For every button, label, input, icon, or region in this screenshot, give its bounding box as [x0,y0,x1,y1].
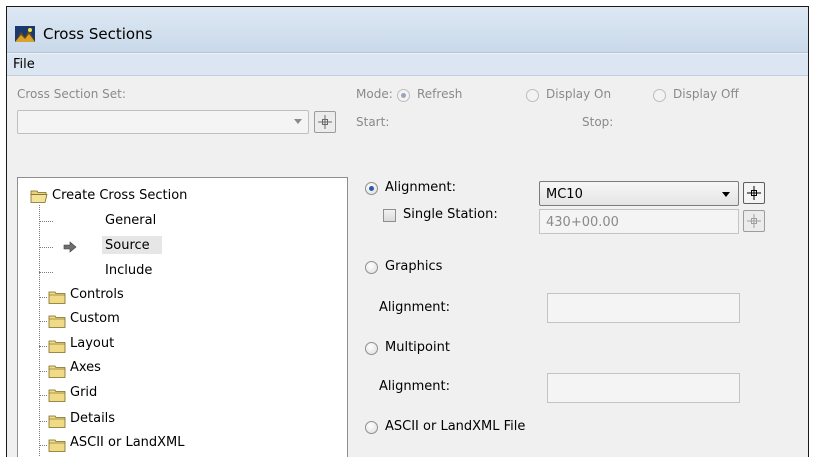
mode-label: Mode: [356,87,393,101]
tree-connector [39,221,53,222]
mode-refresh-label: Refresh [417,87,463,101]
window-title: Cross Sections [43,25,153,43]
tree-connector [39,371,47,372]
tree-connector [39,297,47,298]
mode-display-on-label: Display On [546,87,612,101]
mode-display-on-radio[interactable] [526,89,539,102]
graphics-alignment-label: Alignment: [379,300,450,315]
multipoint-alignment-label: Alignment: [379,379,450,394]
crosshair-target-icon [747,186,761,200]
tree-connector [39,395,47,396]
multipoint-alignment-input[interactable] [547,373,740,403]
tree-connector [39,421,47,422]
source-ascii-landxml-radio[interactable] [365,421,378,434]
cross-sections-window: Cross Sections File Cross Section Set: C… [6,6,809,457]
single-station-target-button[interactable] [743,210,765,232]
tree-connector [39,247,53,248]
tree-connector [39,346,47,347]
start-label: Start: [356,115,390,129]
tree-guide-line [39,205,40,457]
source-multipoint-radio[interactable] [365,342,378,355]
single-station-label: Single Station: [403,207,498,222]
tree-connector [39,445,47,446]
source-alignment-radio[interactable] [365,182,378,195]
mode-refresh-radio[interactable] [397,89,410,102]
crosshair-target-icon [318,115,332,129]
source-graphics-radio[interactable] [365,261,378,274]
folder-icon [48,439,66,452]
folder-icon [48,340,66,353]
folder-icon [48,389,66,402]
title-bar[interactable]: Cross Sections [7,7,808,53]
alignment-combo[interactable]: MC10 [539,181,739,206]
cross-section-set-label: Cross Section Set: [17,87,126,101]
dialog-content: Cross Section Set: Create Cross Section [7,77,808,457]
source-multipoint-label: Multipoint [385,340,450,355]
navigation-tree[interactable]: Create Cross Section General Source Incl… [17,177,348,457]
alignment-target-button[interactable] [743,182,765,204]
tree-connector [39,321,47,322]
chevron-down-icon [294,119,302,124]
folder-icon [48,415,66,428]
menu-bar: File [7,54,808,76]
source-graphics-label: Graphics [385,259,443,274]
menu-file[interactable]: File [13,57,35,72]
folder-icon [48,291,66,304]
graphics-alignment-input[interactable] [547,293,740,323]
arrow-right-icon [63,241,77,253]
crosshair-target-icon [747,214,761,228]
open-folder-icon [30,190,48,203]
folder-icon [48,315,66,328]
single-station-checkbox[interactable] [383,209,396,222]
stop-label: Stop: [582,115,614,129]
cross-section-app-icon [15,26,35,42]
cross-section-set-combo[interactable] [17,110,309,134]
mode-display-off-label: Display Off [673,87,739,101]
mode-display-off-radio[interactable] [653,89,666,102]
chevron-down-icon [722,192,730,197]
folder-icon [48,365,66,378]
source-ascii-landxml-label: ASCII or LandXML File [385,419,526,434]
tree-connector [39,272,53,273]
select-set-target-button[interactable] [314,111,336,133]
single-station-input[interactable]: 430+00.00 [539,209,739,234]
source-alignment-label: Alignment: [385,180,456,195]
